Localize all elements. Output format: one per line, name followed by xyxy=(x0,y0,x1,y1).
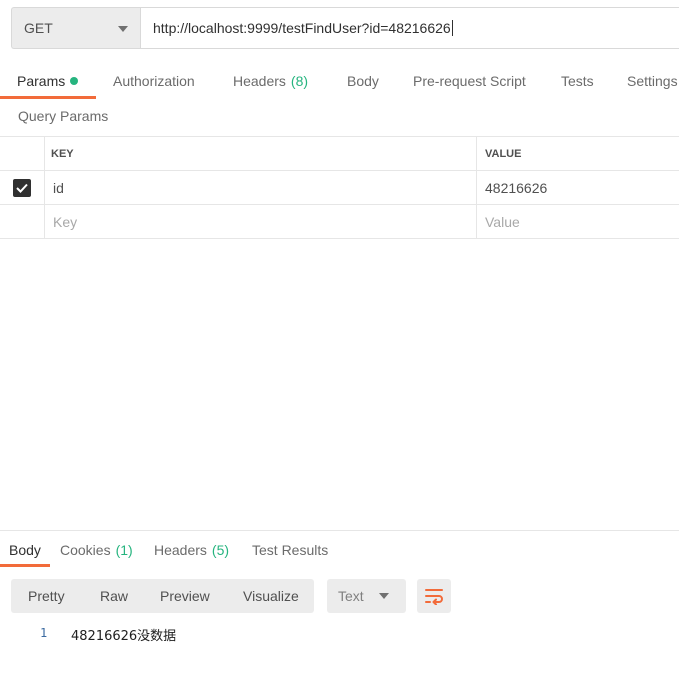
wrap-lines-button[interactable] xyxy=(417,579,451,613)
params-active-dot xyxy=(70,77,79,85)
response-body-text: 48216626没数据 xyxy=(71,629,177,644)
tab-body-label: Body xyxy=(347,73,379,89)
tab-params-label: Params xyxy=(17,73,66,89)
view-preview-button[interactable]: Preview xyxy=(160,579,210,613)
new-key-input[interactable]: Key xyxy=(45,205,477,238)
format-label: Text xyxy=(338,588,364,604)
tab-tests[interactable]: Tests xyxy=(561,64,594,98)
query-params-table: KEY VALUE id 48216626 Key Value xyxy=(0,136,679,239)
text-caret xyxy=(451,20,453,36)
response-tab-headers-count: (5) xyxy=(211,542,230,558)
response-tab-cookies-count: (1) xyxy=(115,542,133,558)
tab-body[interactable]: Body xyxy=(347,64,379,98)
tab-params[interactable]: Params xyxy=(17,64,79,98)
chevron-down-icon xyxy=(118,26,128,32)
value-placeholder: Value xyxy=(485,213,520,230)
response-tab-cookies[interactable]: Cookies (1) xyxy=(60,538,133,562)
request-tabs: Params Authorization Headers (8) Body Pr… xyxy=(0,64,679,100)
response-tab-body-label: Body xyxy=(9,542,41,558)
column-header-key: KEY xyxy=(45,137,477,170)
response-divider xyxy=(0,530,679,531)
response-body-line: 1 48216626没数据 xyxy=(0,624,679,644)
view-raw-button[interactable]: Raw xyxy=(100,579,128,613)
param-value: 48216626 xyxy=(485,179,548,196)
table-row-empty: Key Value xyxy=(0,205,679,239)
header-check-cell xyxy=(0,137,45,170)
url-text: http://localhost:9999/testFindUser?id=48… xyxy=(153,20,451,36)
table-row: id 48216626 xyxy=(0,171,679,205)
tab-authorization-label: Authorization xyxy=(113,73,195,89)
key-placeholder: Key xyxy=(53,213,78,230)
response-active-tab-indicator xyxy=(0,564,50,567)
empty-check-cell xyxy=(0,205,45,238)
postman-request-page: GET http://localhost:9999/testFindUser?i… xyxy=(0,0,679,677)
line-number: 1 xyxy=(40,626,48,640)
method-select[interactable]: GET xyxy=(11,7,140,49)
response-view-toggle: Pretty Raw Preview Visualize xyxy=(11,579,314,613)
response-tab-headers[interactable]: Headers (5) xyxy=(154,538,229,562)
param-value-cell[interactable]: 48216626 xyxy=(477,171,679,204)
new-value-input[interactable]: Value xyxy=(477,205,679,238)
tab-headers[interactable]: Headers (8) xyxy=(233,64,308,98)
tab-headers-label: Headers xyxy=(233,73,286,89)
response-tab-test-results-label: Test Results xyxy=(252,542,329,558)
format-select[interactable]: Text xyxy=(327,579,406,613)
param-key: id xyxy=(53,179,64,196)
table-header-row: KEY VALUE xyxy=(0,137,679,171)
tab-authorization[interactable]: Authorization xyxy=(113,64,195,98)
query-params-title: Query Params xyxy=(18,108,109,124)
tab-pre-request-script-label: Pre-request Script xyxy=(413,73,526,89)
tab-settings-label: Settings xyxy=(627,73,678,89)
param-checkbox[interactable] xyxy=(13,178,31,197)
response-tab-headers-label: Headers xyxy=(154,542,207,558)
chevron-down-icon xyxy=(379,593,389,599)
method-label: GET xyxy=(24,20,53,36)
response-tab-test-results[interactable]: Test Results xyxy=(252,538,328,562)
active-tab-indicator xyxy=(0,96,96,99)
view-visualize-button[interactable]: Visualize xyxy=(243,579,299,613)
view-pretty-button[interactable]: Pretty xyxy=(28,579,65,613)
check-icon xyxy=(16,183,28,193)
response-tab-cookies-label: Cookies xyxy=(60,542,111,558)
wrap-lines-icon xyxy=(425,589,443,605)
response-tab-body[interactable]: Body xyxy=(9,538,41,562)
column-header-value: VALUE xyxy=(485,147,522,160)
url-input[interactable]: http://localhost:9999/testFindUser?id=48… xyxy=(140,7,679,49)
tab-pre-request-script[interactable]: Pre-request Script xyxy=(413,64,526,98)
tab-settings[interactable]: Settings xyxy=(627,64,678,98)
row-check-cell xyxy=(0,171,45,204)
tab-headers-count: (8) xyxy=(290,73,309,89)
tab-tests-label: Tests xyxy=(561,73,594,89)
param-key-cell[interactable]: id xyxy=(45,171,477,204)
